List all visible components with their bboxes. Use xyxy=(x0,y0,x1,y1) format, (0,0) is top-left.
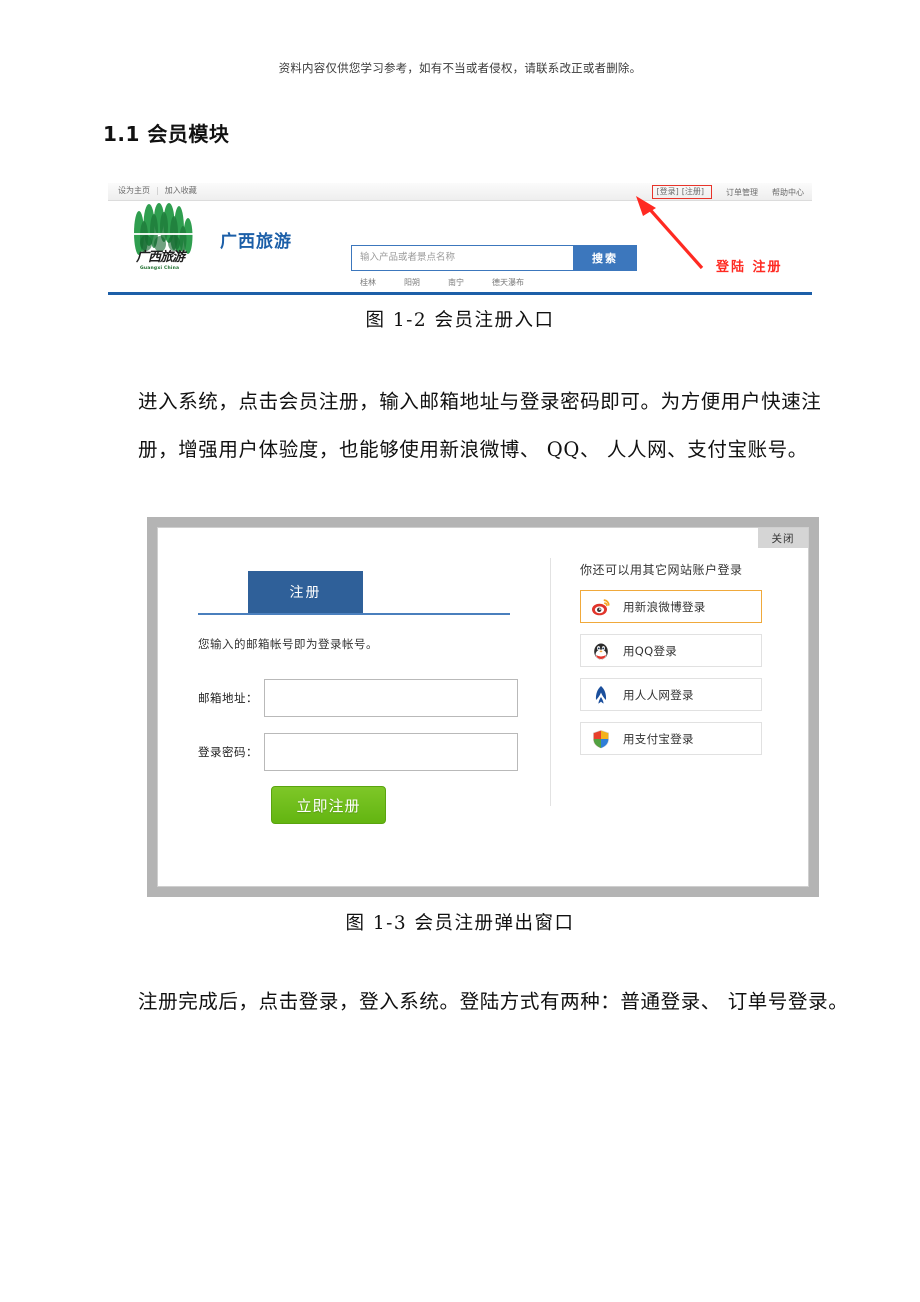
password-label: 登录密码： xyxy=(198,745,258,759)
header-blue-rule xyxy=(108,292,812,295)
figure-site-header: 设为主页 | 加入收藏 [登录] [注册] 订单管理 帮助中心 广西旅游 Gua… xyxy=(108,183,812,295)
tab-underline xyxy=(198,613,510,615)
order-manage-link[interactable]: 订单管理 xyxy=(726,187,758,198)
hot-keyword-2[interactable]: 南宁 xyxy=(448,277,464,288)
logo-cn-text: 广西旅游 xyxy=(136,250,185,265)
brand-title: 广西旅游 xyxy=(220,232,292,252)
hot-keyword-3[interactable]: 德天瀑布 xyxy=(492,277,524,288)
figure-register-dialog: 关闭 注册 您输入的邮箱帐号即为登录帐号。 邮箱地址： 登录密码： 立即注册 你… xyxy=(147,517,819,897)
social-login-alipay-label: 用支付宝登录 xyxy=(623,731,694,746)
help-center-link[interactable]: 帮助中心 xyxy=(772,187,804,198)
renren-icon xyxy=(591,685,611,705)
site-topbar: 设为主页 | 加入收藏 [登录] [注册] 订单管理 帮助中心 xyxy=(108,183,812,201)
disclaimer-text: 资料内容仅供您学习参考，如有不当或者侵权，请联系改正或者删除。 xyxy=(278,61,642,75)
hot-keywords: 桂林 阳朔 南宁 德天瀑布 xyxy=(360,277,524,288)
social-login-list: 用新浪微博登录 用QQ登录 用人人网登录 用支付宝登录 xyxy=(580,590,762,766)
email-row: 邮箱地址： xyxy=(198,678,518,718)
alipay-icon xyxy=(591,729,611,749)
body-paragraph-2: 注册完成后，点击登录，登入系统。登陆方式有两种：普通登录、 订单号登录。 xyxy=(138,990,849,1013)
search-button[interactable]: 搜索 xyxy=(573,245,637,271)
topbar-left-links: 设为主页 | 加入收藏 xyxy=(118,185,197,196)
social-login-renren[interactable]: 用人人网登录 xyxy=(580,678,762,711)
social-login-renren-label: 用人人网登录 xyxy=(623,687,694,702)
hot-keyword-0[interactable]: 桂林 xyxy=(360,277,376,288)
weibo-icon xyxy=(591,597,611,617)
social-login-alipay[interactable]: 用支付宝登录 xyxy=(580,722,762,755)
register-link[interactable]: [注册] xyxy=(682,187,704,196)
social-login-panel: 你还可以用其它网站账户登录 用新浪微博登录 用QQ登录 用人人网登录 用支付宝登… xyxy=(570,528,820,886)
topbar-separator: | xyxy=(156,186,159,195)
register-submit-button[interactable]: 立即注册 xyxy=(271,786,386,824)
password-field[interactable] xyxy=(264,733,518,771)
page-title: 1.1 会员模块 xyxy=(103,122,230,146)
body-paragraph-1: 进入系统，点击会员注册，输入邮箱地址与登录密码即可。为方便用户快速注册，增强用户… xyxy=(138,390,822,461)
figure-caption-2: 图 1-3 会员注册弹出窗口 xyxy=(345,913,575,934)
hot-keyword-1[interactable]: 阳朔 xyxy=(404,277,420,288)
search-bar: 输入产品或者景点名称 搜索 xyxy=(351,245,637,271)
form-hint: 您输入的邮箱帐号即为登录帐号。 xyxy=(198,637,378,651)
add-favorite-link[interactable]: 加入收藏 xyxy=(165,186,197,195)
site-header-main: 广西旅游 Guangxi China 广西旅游 输入产品或者景点名称 搜索 桂林… xyxy=(108,201,812,295)
password-row: 登录密码： xyxy=(198,732,518,772)
annotation-label: 登陆 注册 xyxy=(716,260,783,275)
set-home-link[interactable]: 设为主页 xyxy=(118,186,150,195)
social-login-qq[interactable]: 用QQ登录 xyxy=(580,634,762,667)
social-login-weibo[interactable]: 用新浪微博登录 xyxy=(580,590,762,623)
tab-register[interactable]: 注册 xyxy=(248,571,363,613)
figure-caption-1: 图 1-2 会员注册入口 xyxy=(365,310,555,331)
social-login-qq-label: 用QQ登录 xyxy=(623,643,678,658)
register-form-panel: 注册 您输入的邮箱帐号即为登录帐号。 邮箱地址： 登录密码： 立即注册 xyxy=(158,528,550,886)
email-label: 邮箱地址： xyxy=(198,691,258,705)
document-page: 资料内容仅供您学习参考，如有不当或者侵权，请联系改正或者删除。 1.1 会员模块… xyxy=(0,0,920,1302)
login-link[interactable]: [登录] xyxy=(657,187,679,196)
social-login-weibo-label: 用新浪微博登录 xyxy=(623,599,706,614)
qq-icon xyxy=(591,641,611,661)
logo-en-text: Guangxi China xyxy=(140,266,180,271)
auth-links-highlight: [登录] [注册] xyxy=(651,185,712,199)
register-dialog: 关闭 注册 您输入的邮箱帐号即为登录帐号。 邮箱地址： 登录密码： 立即注册 你… xyxy=(157,527,809,887)
email-field[interactable] xyxy=(264,679,518,717)
topbar-right-links: [登录] [注册] 订单管理 帮助中心 xyxy=(651,185,804,199)
site-logo[interactable]: 广西旅游 Guangxi China xyxy=(118,203,226,271)
panel-divider xyxy=(550,558,551,806)
search-input[interactable]: 输入产品或者景点名称 xyxy=(351,245,573,271)
other-login-title: 你还可以用其它网站账户登录 xyxy=(580,563,743,577)
